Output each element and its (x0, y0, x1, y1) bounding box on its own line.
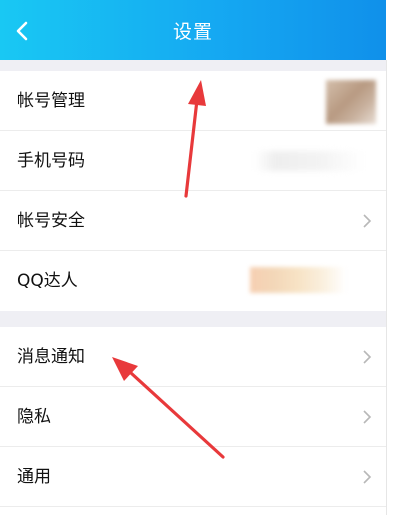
message-notification-item[interactable]: 消息通知 (0, 327, 386, 387)
section-gap (0, 311, 386, 327)
qq-master-badges (250, 267, 346, 293)
page-title: 设置 (172, 21, 213, 43)
account-security-item[interactable]: 帐号安全 (0, 191, 386, 251)
privacy-label: 隐私 (17, 407, 51, 427)
phone-number-label: 手机号码 (17, 151, 85, 171)
chevron-right-icon (363, 214, 372, 228)
chevron-right-icon (363, 410, 372, 424)
general-item[interactable]: 通用 (0, 447, 386, 507)
qq-master-item[interactable]: QQ达人 (0, 251, 386, 311)
avatar (326, 80, 376, 124)
edge-divider (386, 60, 387, 515)
chevron-right-icon (363, 350, 372, 364)
account-management-item[interactable]: 帐号管理 (0, 71, 386, 131)
row-divider (0, 506, 386, 507)
right-edge (386, 0, 400, 515)
settings-list: 帐号管理 手机号码 帐号安全 QQ达人 消息通知 隐私 通用 (0, 60, 386, 507)
section-gap (0, 60, 386, 71)
qq-master-label: QQ达人 (17, 271, 78, 291)
phone-number-item[interactable]: 手机号码 (0, 131, 386, 191)
general-label: 通用 (17, 467, 51, 487)
account-security-label: 帐号安全 (17, 211, 85, 231)
title-bar: 设置 (0, 0, 386, 60)
masked-phone-value (254, 151, 364, 171)
privacy-item[interactable]: 隐私 (0, 387, 386, 447)
account-management-label: 帐号管理 (17, 91, 85, 111)
message-notification-label: 消息通知 (17, 347, 85, 367)
chevron-right-icon (363, 470, 372, 484)
